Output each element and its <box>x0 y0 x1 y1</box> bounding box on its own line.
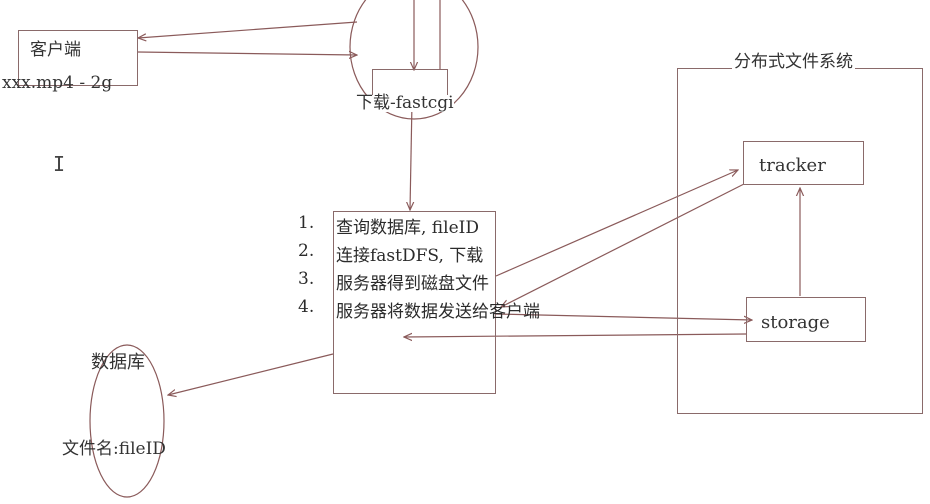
client-title: 客户端 <box>30 40 81 60</box>
text-cursor-icon: I <box>53 152 66 176</box>
fastcgi-to-server-arrow <box>410 101 412 210</box>
database-title: 数据库 <box>91 352 145 373</box>
step-text: 查询数据库, fileID <box>336 218 479 238</box>
step-text: 连接fastDFS, 下载 <box>336 246 484 266</box>
step-number: 1. <box>298 213 315 233</box>
fastcgi-label: 下载-fastcgi <box>356 93 454 113</box>
client-to-fastcgi-arrow <box>138 21 358 38</box>
tracker-label: tracker <box>759 155 826 176</box>
storage-label: storage <box>761 312 830 333</box>
step-text: 服务器将数据发送给客户端 <box>336 302 540 322</box>
dfs-box <box>677 68 923 414</box>
client-to-fastcgi-arrow-2 <box>137 52 357 55</box>
step-number: 4. <box>298 297 315 317</box>
database-field: 文件名:fileID <box>62 439 166 459</box>
step-text: 服务器得到磁盘文件 <box>336 274 489 294</box>
client-file-label: xxx.mp4 - 2g <box>2 73 113 93</box>
diagram-canvas: 客户端 xxx.mp4 - 2g 下载-fastcgi I 1. 查询数据库, … <box>0 0 930 504</box>
server-to-database-arrow <box>168 353 334 395</box>
step-number: 2. <box>298 241 315 261</box>
step-number: 3. <box>298 269 315 289</box>
dfs-title: 分布式文件系统 <box>732 52 855 72</box>
